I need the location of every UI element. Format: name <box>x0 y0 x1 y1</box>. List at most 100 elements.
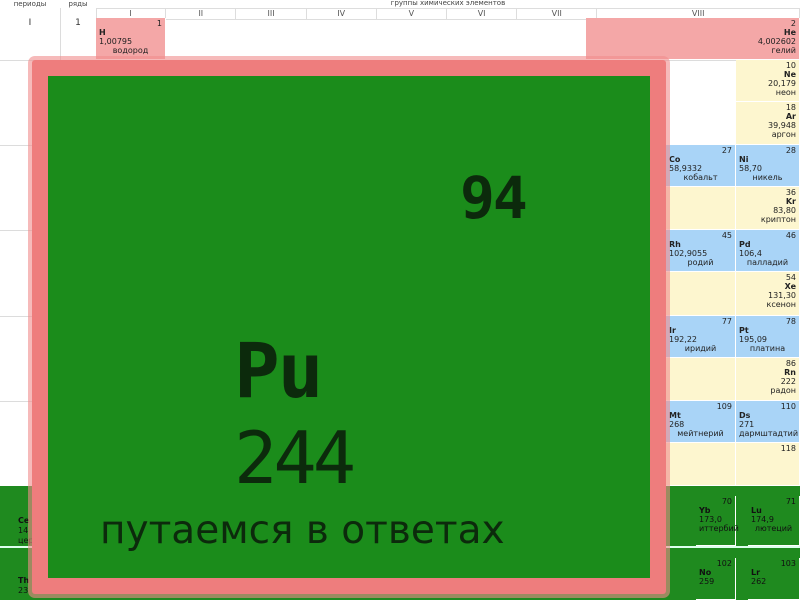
atomic-number: 1 <box>156 19 162 28</box>
partial-mass-th: 23 <box>18 586 29 595</box>
element-symbol: Ni <box>739 155 749 164</box>
atomic-mass: 20,179 <box>768 79 796 88</box>
element-symbol: Rn <box>784 368 796 377</box>
element-cell-rh[interactable]: 45 Rh 102,9055 родий <box>666 230 736 272</box>
element-cell-ni[interactable]: 28 Ni 58,70 никель <box>736 145 800 187</box>
element-cell-og[interactable]: 118 <box>736 443 800 486</box>
atomic-number: 36 <box>785 188 796 197</box>
atomic-mass: 192,22 <box>669 335 697 344</box>
element-name: иттербий <box>699 524 739 533</box>
atomic-mass: 102,9055 <box>669 249 708 258</box>
atomic-mass: 58,70 <box>739 164 762 173</box>
group-6-label: VI <box>447 9 518 19</box>
element-symbol: Pt <box>739 326 749 335</box>
overlay-atomic-mass: 244 <box>234 416 356 500</box>
element-name: кобальт <box>683 173 718 182</box>
atomic-number: 2 <box>790 19 796 28</box>
element-symbol: No <box>699 568 712 577</box>
atomic-number: 86 <box>785 359 796 368</box>
group-4-label: IV <box>307 9 377 19</box>
plutonium-overlay-card: 94 Pu 244 путаемся в ответах <box>32 60 666 594</box>
element-name: неон <box>775 88 796 97</box>
element-cell-h[interactable]: 1 H 1,00795 водород <box>96 18 166 60</box>
element-symbol: Mt <box>669 411 681 420</box>
atomic-number: 46 <box>785 231 796 240</box>
element-cell-lu[interactable]: 71 Lu 174,9 лютеций <box>748 496 800 546</box>
group8-bg <box>666 187 736 230</box>
group8-bg <box>666 443 736 486</box>
header-rows: ряды <box>68 0 88 8</box>
overlay-atomic-number: 94 <box>460 164 528 232</box>
element-name: родий <box>687 258 714 267</box>
element-cell-co[interactable]: 27 Co 58,9332 кобальт <box>666 145 736 187</box>
element-cell-kr[interactable]: 36 Kr 83,80 криптон <box>736 187 800 230</box>
element-name: мейтнерий <box>677 429 724 438</box>
group-5-label: V <box>377 9 448 19</box>
atomic-mass: 58,9332 <box>669 164 703 173</box>
group-3-label: III <box>236 9 307 19</box>
header-groups: группы химических элементов <box>390 0 506 7</box>
atomic-mass: 39,948 <box>768 121 796 130</box>
atomic-number: 118 <box>780 444 796 453</box>
atomic-mass: 195,09 <box>739 335 767 344</box>
element-symbol: H <box>99 28 106 37</box>
atomic-number: 28 <box>785 146 796 155</box>
element-name: криптон <box>760 215 796 224</box>
overlay-caption: путаемся в ответах <box>100 508 505 553</box>
atomic-mass: 222 <box>780 377 796 386</box>
atomic-mass: 268 <box>669 420 685 429</box>
atomic-mass: 262 <box>751 577 767 586</box>
element-cell-ne[interactable]: 10 Ne 20,179 неон <box>736 60 800 102</box>
atomic-number: 27 <box>721 146 732 155</box>
atomic-mass: 4,002602 <box>757 37 796 46</box>
atomic-mass: 1,00795 <box>99 37 133 46</box>
atomic-number: 78 <box>785 317 796 326</box>
element-symbol: Lr <box>751 568 761 577</box>
atomic-number: 10 <box>785 61 796 70</box>
element-cell-pd[interactable]: 46 Pd 106,4 палладий <box>736 230 800 272</box>
element-name: радон <box>770 386 796 395</box>
atomic-mass: 174,9 <box>751 515 774 524</box>
element-cell-he[interactable]: 2 He 4,002602 гелий <box>586 18 800 60</box>
element-symbol: Co <box>669 155 681 164</box>
partial-symbol-ce: Ce <box>18 516 30 525</box>
element-name: платина <box>749 344 786 353</box>
element-symbol: Rh <box>669 240 681 249</box>
element-symbol: He <box>783 28 796 37</box>
element-cell-ds[interactable]: 110 Ds 271 дармштадтий <box>736 401 800 443</box>
element-cell-pt[interactable]: 78 Pt 195,09 платина <box>736 316 800 358</box>
atomic-number: 54 <box>785 273 796 282</box>
atomic-number: 103 <box>780 559 796 568</box>
element-name: аргон <box>771 130 796 139</box>
element-symbol: Kr <box>785 197 796 206</box>
element-symbol: Pd <box>739 240 751 249</box>
atomic-number: 109 <box>716 402 732 411</box>
header-periods: периоды <box>13 0 47 8</box>
element-name: гелий <box>771 46 796 55</box>
element-cell-mt[interactable]: 109 Mt 268 мейтнерий <box>666 401 736 443</box>
element-name: никель <box>752 173 783 182</box>
element-cell-xe[interactable]: 54 Xe 131,30 ксенон <box>736 272 800 316</box>
partial-mass-ce: 14 <box>18 526 29 535</box>
partial-symbol-th: Th <box>18 576 30 585</box>
atomic-number: 70 <box>721 497 732 506</box>
element-name: водород <box>112 46 149 55</box>
atomic-mass: 83,80 <box>773 206 796 215</box>
group8-bg <box>666 272 736 316</box>
element-cell-ar[interactable]: 18 Ar 39,948 аргон <box>736 102 800 145</box>
element-symbol: Ar <box>785 112 796 121</box>
element-cell-no[interactable]: 102 No 259 <box>696 558 736 600</box>
atomic-mass: 106,4 <box>739 249 762 258</box>
element-symbol: Ds <box>739 411 751 420</box>
element-cell-lr[interactable]: 103 Lr 262 <box>748 558 800 600</box>
element-symbol: Ir <box>669 326 676 335</box>
atomic-mass: 131,30 <box>768 291 796 300</box>
element-name: палладий <box>746 258 789 267</box>
element-cell-rn[interactable]: 86 Rn 222 радон <box>736 358 800 401</box>
element-cell-ir[interactable]: 77 Ir 192,22 иридий <box>666 316 736 358</box>
element-cell-yb[interactable]: 70 Yb 173,0 иттербий <box>696 496 739 546</box>
atomic-mass: 173,0 <box>699 515 722 524</box>
overlay-element-symbol: Pu <box>234 326 324 415</box>
element-symbol: Xe <box>784 282 796 291</box>
period-1-label: I <box>28 18 32 28</box>
